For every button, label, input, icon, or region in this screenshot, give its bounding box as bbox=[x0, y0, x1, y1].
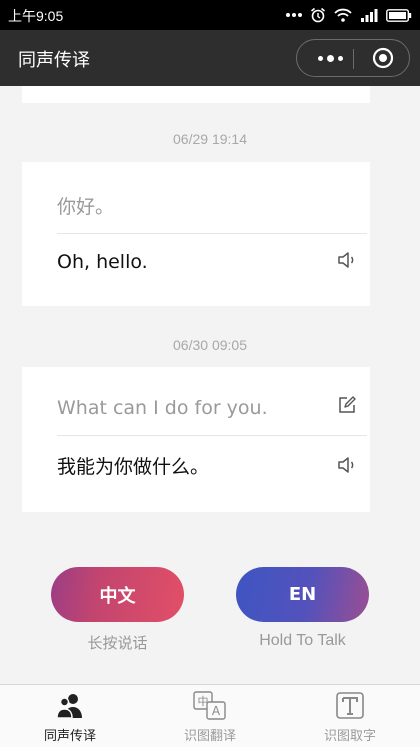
tab-simultaneous-interpretation[interactable]: 同声传译 bbox=[0, 685, 140, 747]
more-dot-icon bbox=[326, 54, 334, 62]
signal-icon bbox=[361, 9, 378, 22]
more-button[interactable] bbox=[307, 40, 353, 76]
more-dots-icon bbox=[286, 13, 302, 17]
edit-button[interactable] bbox=[334, 392, 360, 418]
battery-icon bbox=[386, 8, 412, 22]
source-text: What can I do for you. bbox=[57, 397, 268, 419]
bottom-tab-bar: 同声传译 中 A 识图翻译 识图取字 bbox=[0, 684, 420, 747]
english-talk-hint: Hold To Talk bbox=[259, 632, 346, 649]
previous-card bbox=[22, 86, 370, 103]
status-icons bbox=[286, 5, 412, 25]
capsule-divider bbox=[353, 49, 354, 69]
chinese-talk-hint: 长按说话 bbox=[87, 634, 148, 652]
people-icon bbox=[53, 691, 87, 721]
source-text: 你好。 bbox=[57, 195, 115, 218]
tab-label: 同声传译 bbox=[43, 729, 96, 744]
entry-timestamp: 06/30 09:05 bbox=[173, 337, 247, 353]
translated-text: Oh, hello. bbox=[57, 251, 148, 273]
tab-label: 识图取字 bbox=[323, 729, 376, 744]
miniprogram-capsule bbox=[296, 39, 410, 77]
text-recognition-icon bbox=[333, 691, 367, 721]
tab-image-translation[interactable]: 中 A 识图翻译 bbox=[140, 685, 280, 747]
more-dot-icon bbox=[317, 55, 323, 61]
page-title: 同声传译 bbox=[18, 50, 90, 71]
edit-icon bbox=[339, 396, 356, 413]
close-circle-icon bbox=[372, 47, 394, 69]
more-dot-icon bbox=[337, 55, 343, 61]
hold-to-talk-english-button[interactable]: EN bbox=[236, 567, 369, 622]
translated-text: 我能为你做什么。 bbox=[57, 455, 210, 478]
speaker-icon bbox=[338, 457, 354, 473]
entry-timestamp: 06/29 19:14 bbox=[173, 131, 247, 147]
alarm-icon bbox=[310, 7, 326, 23]
close-button[interactable] bbox=[357, 40, 409, 76]
speaker-button[interactable] bbox=[334, 452, 360, 478]
wifi-icon bbox=[334, 8, 352, 22]
status-bar: 上午9:05 bbox=[0, 0, 420, 30]
speaker-button[interactable] bbox=[334, 247, 360, 273]
card-divider bbox=[57, 435, 367, 436]
image-translate-icon: 中 A bbox=[193, 691, 227, 721]
status-time: 上午9:05 bbox=[8, 8, 64, 24]
tab-label: 识图翻译 bbox=[183, 729, 236, 744]
translation-card: 你好。 Oh, hello. bbox=[22, 162, 370, 306]
hold-to-talk-chinese-button[interactable]: 中文 bbox=[51, 567, 184, 622]
tab-text-recognition[interactable]: 识图取字 bbox=[280, 685, 420, 747]
translation-card: What can I do for you. 我能为你做什么。 bbox=[22, 367, 370, 512]
title-bar: 同声传译 bbox=[0, 30, 420, 86]
speaker-icon bbox=[338, 252, 354, 268]
svg-text:A: A bbox=[212, 704, 221, 718]
